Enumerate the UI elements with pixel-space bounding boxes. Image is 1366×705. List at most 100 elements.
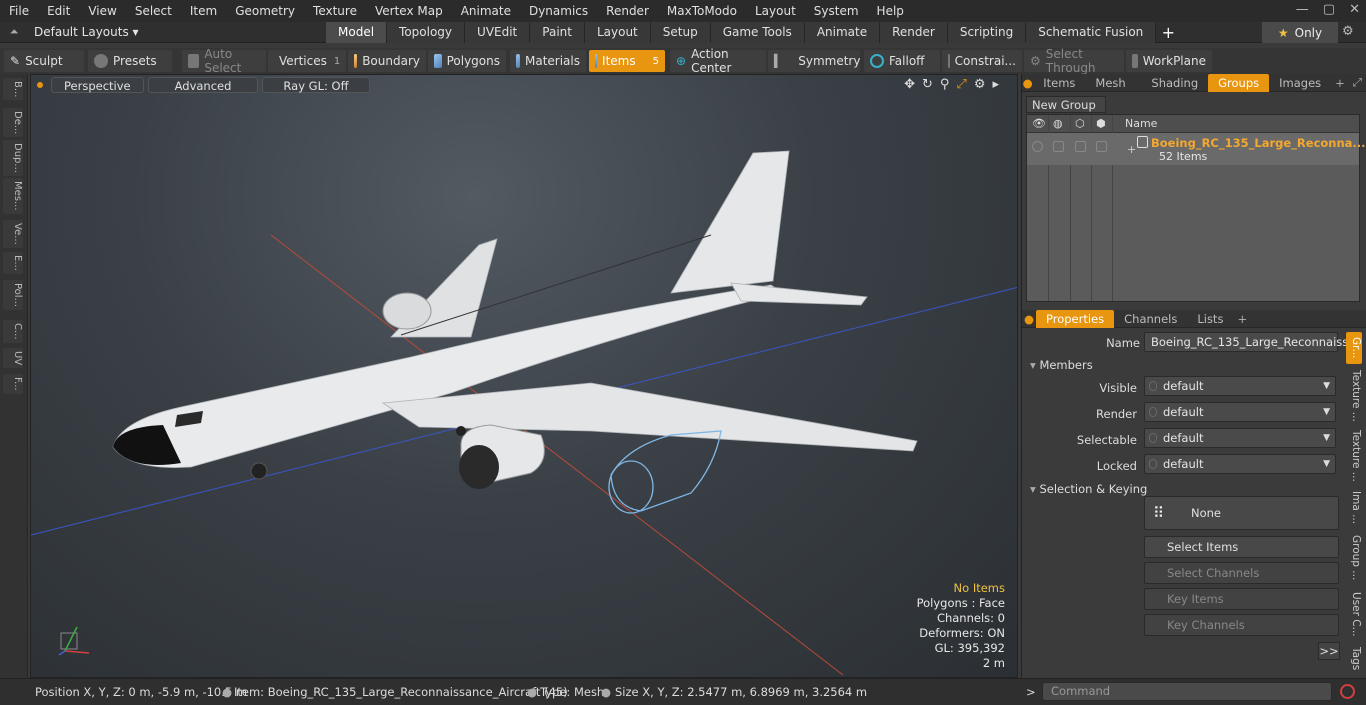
command-input[interactable]: Command (1042, 682, 1332, 701)
collapse-icon[interactable]: ⏶ (0, 25, 28, 39)
eye-icon[interactable]: 👁 (1032, 117, 1046, 130)
tab-channels[interactable]: Channels (1114, 310, 1187, 328)
viewport-expand-icon[interactable]: ▸ (992, 77, 999, 92)
more-button[interactable]: >> (1318, 642, 1340, 660)
select-items-button[interactable]: Select Items (1144, 536, 1339, 558)
group-row[interactable]: + Boeing_RC_135_Large_Reconna... 52 Item… (1027, 133, 1366, 165)
strip-uv[interactable]: UV (3, 348, 23, 369)
key-channels-button[interactable]: Key Channels (1144, 614, 1339, 636)
only-toggle[interactable]: ★ Only (1262, 22, 1338, 43)
side-tab-texture-1[interactable]: Texture ... (1346, 368, 1362, 424)
tab-shading[interactable]: Shading (1141, 74, 1208, 92)
close-icon[interactable]: ✕ (1349, 2, 1360, 17)
symmetry-button[interactable]: ▍ Symmetry (768, 50, 860, 72)
group-visible-toggle[interactable] (1032, 141, 1043, 152)
menu-dynamics[interactable]: Dynamics (520, 4, 597, 18)
strip-polygon[interactable]: Pol... (3, 280, 23, 311)
sculpt-button[interactable]: ✎ Sculpt (4, 50, 84, 72)
move-view-icon[interactable]: ✥ (904, 77, 915, 92)
group-name[interactable]: Boeing_RC_135_Large_Reconna... (1151, 136, 1366, 150)
menu-maxtomodo[interactable]: MaxToModo (658, 4, 746, 18)
presets-button[interactable]: Presets (88, 50, 172, 72)
select-through-button[interactable]: ⚙ Select Through (1024, 47, 1124, 75)
visible-dropdown[interactable]: default ▼ (1144, 376, 1336, 396)
lock-col-icon[interactable]: ⬢ (1096, 117, 1106, 130)
group-lock-toggle[interactable] (1096, 141, 1107, 152)
action-center-button[interactable]: ⊕ Action Center (670, 47, 766, 75)
selectable-dropdown[interactable]: default ▼ (1144, 428, 1336, 448)
side-tab-texture-2[interactable]: Texture ... (1346, 428, 1362, 484)
rotate-view-icon[interactable]: ↻ (922, 77, 933, 92)
side-tab-group-2[interactable]: Group ... (1346, 532, 1362, 584)
locked-dropdown[interactable]: default ▼ (1144, 454, 1336, 474)
viewport-gear-icon[interactable]: ⚙ (974, 77, 986, 92)
viewport-menu-dot[interactable] (37, 82, 43, 88)
strip-vertex[interactable]: Ve... (3, 220, 23, 248)
tab-images[interactable]: Images (1269, 74, 1331, 92)
tab-properties[interactable]: Properties (1036, 309, 1115, 328)
selection-keying-section[interactable]: Selection & Keying (1030, 482, 1147, 496)
none-button[interactable]: ⠿ None (1144, 496, 1339, 530)
strip-duplicate[interactable]: Dup... (3, 140, 23, 176)
menu-select[interactable]: Select (126, 4, 181, 18)
3d-viewport[interactable]: Perspective Advanced Ray GL: Off ✥ ↻ ⚲ ⤢… (30, 74, 1018, 678)
tab-items[interactable]: Items (1033, 74, 1085, 92)
workplane-button[interactable]: WorkPlane (1126, 50, 1212, 72)
strip-mesh[interactable]: Mes... (3, 178, 23, 214)
tab-scripting[interactable]: Scripting (947, 22, 1027, 43)
menu-animate[interactable]: Animate (452, 4, 520, 18)
select-channels-button[interactable]: Select Channels (1144, 562, 1339, 584)
tab-schematic-fusion[interactable]: Schematic Fusion (1026, 22, 1157, 43)
members-section[interactable]: Members (1030, 358, 1092, 372)
side-tab-user-channels[interactable]: User C... (1346, 588, 1362, 640)
tab-animate[interactable]: Animate (804, 22, 881, 43)
tab-uvedit[interactable]: UVEdit (465, 22, 531, 43)
panel-expand-icon[interactable]: ⤢ (1349, 75, 1366, 90)
shading-dropdown[interactable]: Advanced (147, 77, 259, 93)
render-col-icon[interactable]: ◍ (1053, 117, 1063, 130)
add-tab-icon[interactable]: + (1156, 22, 1180, 43)
panel-menu-dot[interactable]: ● (1022, 76, 1033, 90)
expand-group-icon[interactable]: + (1127, 143, 1136, 156)
render-dropdown[interactable]: default ▼ (1144, 402, 1336, 422)
tab-setup[interactable]: Setup (650, 22, 711, 43)
tab-mesh[interactable]: Mesh ... (1085, 74, 1141, 108)
tab-groups[interactable]: Groups (1208, 73, 1270, 92)
materials-button[interactable]: Materials (510, 50, 586, 72)
items-button[interactable]: Items 5 (589, 50, 665, 72)
menu-texture[interactable]: Texture (304, 4, 366, 18)
menu-layout[interactable]: Layout (746, 4, 805, 18)
group-render-toggle[interactable] (1053, 141, 1064, 152)
menu-render[interactable]: Render (597, 4, 658, 18)
falloff-button[interactable]: Falloff (864, 50, 940, 72)
new-group-button[interactable]: New Group (1026, 96, 1106, 113)
menu-system[interactable]: System (805, 4, 868, 18)
vertices-button[interactable]: Vertices 1 (268, 50, 346, 72)
raygl-dropdown[interactable]: Ray GL: Off (262, 77, 370, 93)
group-select-toggle[interactable] (1075, 141, 1086, 152)
strip-fusion[interactable]: F... (3, 374, 23, 394)
side-tab-group[interactable]: Gr... (1346, 332, 1362, 364)
menu-item[interactable]: Item (181, 4, 226, 18)
tab-game-tools[interactable]: Game Tools (710, 22, 805, 43)
tab-paint[interactable]: Paint (530, 22, 585, 43)
menu-help[interactable]: Help (868, 4, 913, 18)
props-menu-dot[interactable]: ● (1022, 312, 1036, 326)
layout-selector[interactable]: Default Layouts ▾ (28, 25, 145, 39)
add-panel-tab-icon[interactable]: + (1331, 76, 1349, 90)
strip-curve[interactable]: C... (3, 320, 23, 343)
strip-basic[interactable]: B... (3, 78, 23, 101)
tab-topology[interactable]: Topology (387, 22, 466, 43)
minimize-icon[interactable]: — (1296, 2, 1309, 17)
gear-icon[interactable]: ⚙ (1342, 24, 1354, 39)
menu-file[interactable]: File (0, 4, 38, 18)
strip-deform[interactable]: De... (3, 108, 23, 138)
tab-model[interactable]: Model (326, 22, 388, 43)
menu-view[interactable]: View (79, 4, 125, 18)
side-tab-tags[interactable]: Tags (1346, 644, 1362, 674)
side-tab-image[interactable]: Ima ... (1346, 488, 1362, 528)
menu-edit[interactable]: Edit (38, 4, 79, 18)
key-items-button[interactable]: Key Items (1144, 588, 1339, 610)
strip-edge[interactable]: E... (3, 252, 23, 274)
menu-geometry[interactable]: Geometry (226, 4, 304, 18)
